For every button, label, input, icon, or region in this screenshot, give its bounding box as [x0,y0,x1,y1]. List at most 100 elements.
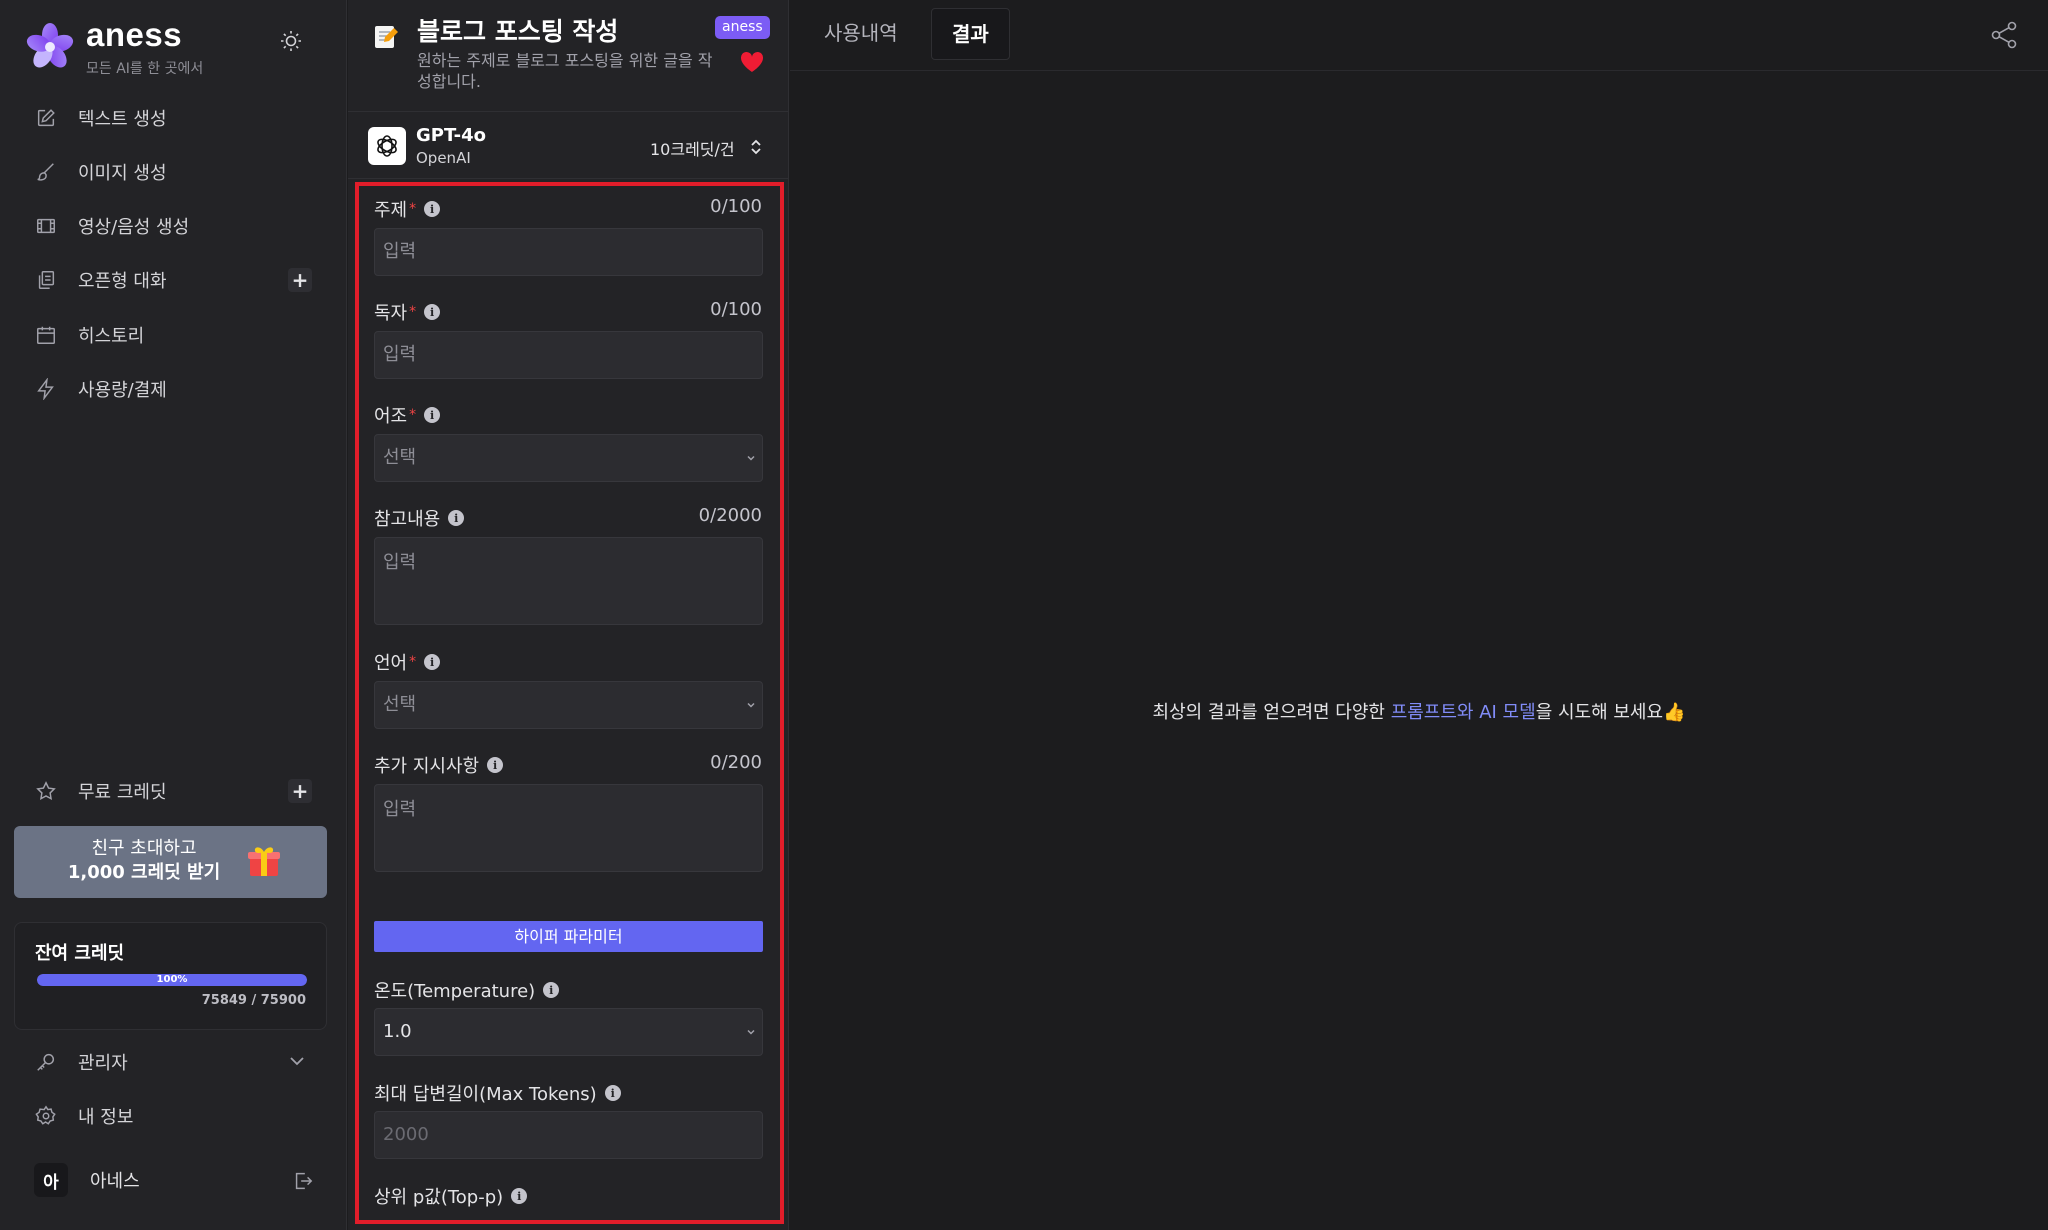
empty-message-after: 을 시도해 보세요👍 [1535,702,1686,723]
avatar: 아 [34,1163,68,1197]
panel-header: 블로그 포스팅 작성 원하는 주제로 블로그 포스팅을 위한 글을 작성합니다.… [348,0,789,112]
required-mark: * [409,407,417,423]
memo-icon [375,26,398,48]
topic-label: 주제 * i [374,196,441,222]
top-p-label: 상위 p값(Top-p) i [374,1183,528,1209]
hyper-parameter-button[interactable]: 하이퍼 파라미터 [374,921,763,952]
language-label-text: 언어 [374,653,408,674]
info-icon[interactable]: i [424,654,441,670]
nav-image-generation[interactable]: 이미지 생성 [14,150,332,194]
invite-friends-banner[interactable]: 친구 초대하고 1,000 크레딧 받기 [14,826,327,898]
nav-admin[interactable]: 관리자 [14,1040,332,1084]
nav-video-audio-generation[interactable]: 영상/음성 생성 [14,204,332,248]
logout-icon[interactable] [292,1170,314,1192]
nav-my-info[interactable]: 내 정보 [14,1094,332,1138]
credit-title: 잔여 크레딧 [35,943,125,964]
pencil-square-icon [34,106,58,130]
tab-usage-history[interactable]: 사용내역 [804,8,918,60]
invite-line2: 1,000 크레딧 받기 [67,862,221,883]
user-name: 아네스 [90,1171,140,1192]
topic-input[interactable]: 입력 [374,228,763,276]
model-selector[interactable]: GPT-4o OpenAI 10크레딧/건 [348,113,789,179]
paintbrush-icon [34,160,58,184]
gift-icon [248,847,280,876]
sidebar: aness 모든 AI를 한 곳에서 텍스트 생성 이미지 생성 영상/음성 생… [0,0,347,1230]
max-tokens-label: 최대 답변길이(Max Tokens) i [374,1080,621,1106]
info-icon[interactable]: i [543,982,560,998]
film-icon [34,214,58,238]
required-mark: * [409,201,417,217]
info-icon[interactable]: i [487,757,504,773]
share-icon[interactable] [1990,20,2018,50]
nav-open-chat[interactable]: 오픈형 대화 + [14,258,332,302]
reader-label: 독자 * i [374,299,441,325]
tab-result[interactable]: 결과 [931,8,1010,60]
reader-label-text: 독자 [374,303,408,324]
model-vendor: OpenAI [416,149,471,167]
extra-instruction-label: 추가 지시사항 i [374,752,504,778]
chevron-down-icon [747,455,755,461]
invite-line1: 친구 초대하고 [91,838,197,859]
credit-count: 75849 / 75900 [201,993,306,1008]
gear-icon [34,1104,58,1128]
free-credit-plus-button[interactable]: + [288,779,312,803]
reference-textarea[interactable]: 입력 [374,537,763,625]
info-icon[interactable]: i [604,1085,621,1101]
chat-copy-icon [34,268,58,292]
empty-result-message: 최상의 결과를 얻으려면 다양한 프롬프트와 AI 모델을 시도해 보세요👍 [790,698,2048,724]
max-tokens-label-text: 최대 답변길이(Max Tokens) [374,1084,597,1105]
nav-label: 무료 크레딧 [78,782,167,803]
info-icon[interactable]: i [424,201,441,217]
nav-label: 이미지 생성 [78,163,167,184]
temperature-value: 1.0 [383,1021,412,1042]
new-chat-plus-button[interactable]: + [288,268,312,292]
user-profile-row: 아 아네스 [14,1156,332,1204]
reference-counter: 0/2000 [698,505,762,526]
brand-name: aness [86,16,183,53]
topic-counter: 0/100 [710,196,762,217]
nav-label: 내 정보 [78,1107,134,1128]
openai-logo-icon [368,127,406,165]
nav-usage-billing[interactable]: 사용량/결제 [14,367,332,411]
info-icon[interactable]: i [448,510,465,526]
language-select[interactable]: 선택 [374,681,763,729]
heart-icon[interactable] [739,50,765,74]
nav-label: 히스토리 [78,326,145,347]
nav-label: 영상/음성 생성 [78,217,190,238]
language-label: 언어 * i [374,649,441,675]
credit-progress-bar: 100% [37,974,307,986]
top-p-label-text: 상위 p값(Top-p) [374,1187,504,1208]
credit-progress-fill: 100% [37,974,307,986]
tone-select-value: 선택 [383,447,417,468]
empty-message-before: 최상의 결과를 얻으려면 다양한 [1152,702,1391,723]
chevron-down-icon [747,702,755,708]
info-icon[interactable]: i [511,1188,528,1204]
model-name: GPT-4o [416,125,486,146]
reference-label: 참고내용 i [374,505,465,531]
theme-toggle-button[interactable] [274,24,308,58]
extra-instruction-textarea[interactable]: 입력 [374,784,763,872]
max-tokens-input[interactable]: 2000 [374,1111,763,1159]
nav-history[interactable]: 히스토리 [14,313,332,357]
remaining-credit-card: 잔여 크레딧 100% 75849 / 75900 [14,922,327,1030]
nav-free-credit[interactable]: 무료 크레딧 + [14,769,332,813]
temperature-label: 온도(Temperature) i [374,977,560,1003]
reader-input[interactable]: 입력 [374,331,763,379]
result-area: 사용내역 결과 최상의 결과를 얻으려면 다양한 프롬프트와 AI 모델을 시도… [790,0,2048,1230]
chevron-down-icon [747,1029,755,1035]
language-select-value: 선택 [383,694,417,715]
sun-icon [281,31,301,51]
nav-text-generation[interactable]: 텍스트 생성 [14,96,332,140]
temperature-select[interactable]: 1.0 [374,1008,763,1056]
calendar-icon [34,323,58,347]
extra-counter: 0/200 [710,752,762,773]
result-tabs-bar: 사용내역 결과 [790,0,2048,71]
info-icon[interactable]: i [424,304,441,320]
topic-label-text: 주제 [374,200,408,221]
tone-select[interactable]: 선택 [374,434,763,482]
info-icon[interactable]: i [424,407,441,423]
tone-label-text: 어조 [374,406,408,427]
reference-label-text: 참고내용 [374,509,441,530]
key-icon [34,1050,58,1074]
author-badge: aness [715,16,770,39]
